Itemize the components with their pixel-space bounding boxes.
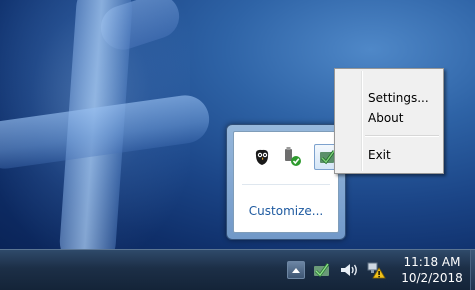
- clock-date: 10/2/2018: [401, 271, 463, 285]
- context-menu: Settings... About Exit: [334, 68, 444, 174]
- show-desktop-button[interactable]: [470, 250, 475, 290]
- flyout-divider: [242, 184, 330, 185]
- usb-safely-remove-icon[interactable]: [282, 146, 302, 168]
- menu-item-about[interactable]: About: [368, 110, 403, 126]
- tray-overflow-flyout: Customize...: [226, 124, 346, 240]
- menu-item-settings[interactable]: Settings...: [368, 90, 429, 106]
- menu-item-exit[interactable]: Exit: [368, 147, 391, 163]
- taskbar: 11:18 AM 10/2/2018: [0, 249, 475, 290]
- customize-link[interactable]: Customize...: [234, 204, 338, 218]
- show-hidden-icons-button[interactable]: [287, 261, 305, 279]
- volume-icon[interactable]: [338, 260, 360, 280]
- flyout-panel: Customize...: [233, 131, 340, 233]
- taskbar-clock[interactable]: 11:18 AM 10/2/2018: [394, 254, 470, 286]
- clock-time: 11:18 AM: [403, 255, 461, 269]
- owl-icon[interactable]: [252, 146, 272, 168]
- app-checkmark-icon[interactable]: [311, 260, 333, 280]
- network-warning-icon[interactable]: [365, 260, 387, 280]
- menu-separator: [365, 135, 439, 137]
- chevron-up-icon: [292, 268, 300, 273]
- desktop-wallpaper: Customize... Settings... About Exit: [0, 0, 475, 249]
